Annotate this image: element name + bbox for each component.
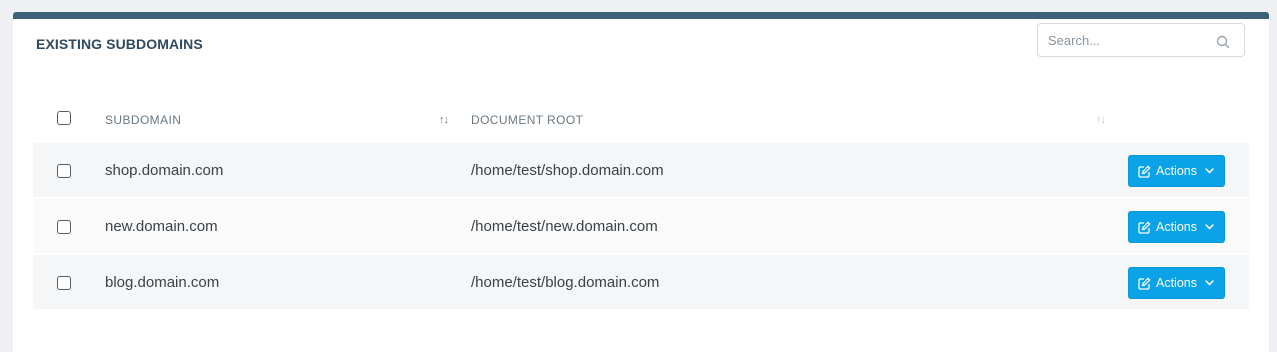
sort-subdomain-icon[interactable]: ↑↓ <box>439 114 449 126</box>
search-box[interactable] <box>1037 23 1245 57</box>
actions-label: Actions <box>1156 164 1197 178</box>
column-header-subdomain[interactable]: SUBDOMAIN <box>105 113 181 127</box>
document-root-cell: /home/test/blog.domain.com <box>471 274 660 291</box>
table-row: blog.domain.com /home/test/blog.domain.c… <box>33 255 1249 311</box>
existing-subdomains-panel: EXISTING SUBDOMAINS SUBDOMAIN ↑↓ DOCUMEN… <box>13 12 1269 352</box>
edit-icon <box>1138 221 1151 234</box>
panel-title: EXISTING SUBDOMAINS <box>36 36 203 52</box>
document-root-cell: /home/test/new.domain.com <box>471 218 658 235</box>
table-row: new.domain.com /home/test/new.domain.com… <box>33 199 1249 255</box>
subdomains-table: SUBDOMAIN ↑↓ DOCUMENT ROOT ↑↓ shop.domai… <box>33 95 1249 311</box>
edit-icon <box>1138 277 1151 290</box>
subdomain-cell: blog.domain.com <box>105 274 220 291</box>
table-row: shop.domain.com /home/test/shop.domain.c… <box>33 143 1249 199</box>
search-icon[interactable] <box>1216 35 1230 49</box>
document-root-cell: /home/test/shop.domain.com <box>471 162 664 179</box>
table-header: SUBDOMAIN ↑↓ DOCUMENT ROOT ↑↓ <box>33 95 1249 143</box>
actions-label: Actions <box>1156 276 1197 290</box>
row-checkbox[interactable] <box>57 220 71 234</box>
chevron-down-icon <box>1205 280 1214 286</box>
actions-button[interactable]: Actions <box>1128 211 1225 243</box>
row-checkbox[interactable] <box>57 276 71 290</box>
subdomain-cell: shop.domain.com <box>105 162 224 179</box>
row-checkbox[interactable] <box>57 164 71 178</box>
select-all-checkbox[interactable] <box>57 111 71 125</box>
column-header-document-root[interactable]: DOCUMENT ROOT <box>471 113 583 127</box>
search-input[interactable] <box>1038 24 1208 56</box>
actions-button[interactable]: Actions <box>1128 267 1225 299</box>
actions-label: Actions <box>1156 220 1197 234</box>
edit-icon <box>1138 165 1151 178</box>
subdomain-cell: new.domain.com <box>105 218 218 235</box>
sort-document-root-icon[interactable]: ↑↓ <box>1096 114 1106 126</box>
chevron-down-icon <box>1205 224 1214 230</box>
actions-button[interactable]: Actions <box>1128 155 1225 187</box>
chevron-down-icon <box>1205 168 1214 174</box>
